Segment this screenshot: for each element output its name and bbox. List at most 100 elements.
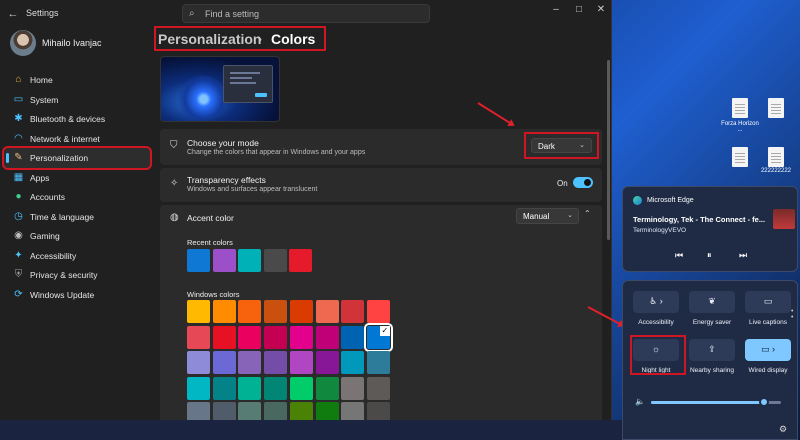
sidebar-item-personalization[interactable]: ✎ Personalization (2, 146, 152, 170)
scrollbar[interactable] (607, 60, 610, 240)
windows-color-swatch[interactable] (212, 325, 236, 349)
recent-color-swatch[interactable] (289, 249, 312, 272)
title-bar: ← Settings ⌕ Find a setting – □ ✕ (0, 0, 611, 28)
windows-color-swatch[interactable] (341, 376, 365, 400)
windows-color-swatch[interactable] (264, 402, 288, 420)
accessibility-icon: ✦ (14, 249, 23, 261)
windows-color-swatch[interactable] (366, 351, 390, 374)
mode-icon: ⛉ (170, 140, 178, 151)
sidebar-item-label: System (30, 94, 59, 105)
sidebar-item-windows-update[interactable]: ⟳ Windows Update (4, 285, 150, 305)
volume-slider-fill (651, 401, 765, 404)
breadcrumb-separator: › (258, 32, 262, 46)
sidebar-item-privacy-security[interactable]: ⛨ Privacy & security (4, 265, 150, 285)
recent-color-swatch[interactable] (238, 249, 261, 272)
volume-icon[interactable]: 🔈 (635, 397, 645, 406)
chevron-down-icon: ⌄ (567, 212, 573, 219)
windows-color-swatch[interactable] (187, 376, 210, 400)
windows-color-swatch[interactable] (238, 376, 262, 400)
windows-color-swatch[interactable] (341, 402, 365, 420)
windows-color-swatch[interactable] (366, 376, 390, 400)
bluetooth-icon: ✱ (14, 113, 23, 124)
sidebar-item-gaming[interactable]: ◉ Gaming (4, 226, 150, 246)
quick-tile-wired-display[interactable]: ▭ › (745, 339, 791, 361)
volume-slider-thumb[interactable] (759, 397, 770, 407)
windows-color-swatch[interactable] (315, 300, 339, 323)
windows-color-swatch[interactable] (264, 351, 288, 374)
app-title: Settings (26, 8, 59, 18)
windows-color-swatch[interactable] (289, 351, 313, 374)
search-box[interactable]: ⌕ Find a setting (182, 4, 430, 23)
windows-color-swatch[interactable] (315, 351, 339, 374)
sidebar-item-bluetooth-devices[interactable]: ✱ Bluetooth & devices (4, 109, 150, 129)
windows-color-swatch[interactable] (341, 325, 365, 349)
sidebar-item-label: Time & language (30, 211, 94, 222)
quick-tile-energy-saver[interactable]: ❦ (689, 291, 735, 313)
windows-color-swatch[interactable] (264, 300, 288, 323)
windows-color-swatch[interactable] (238, 402, 262, 420)
windows-color-swatch[interactable] (289, 402, 313, 420)
sidebar-item-home[interactable]: ⌂ Home (4, 70, 150, 90)
next-track-icon[interactable]: ⏭ (739, 250, 747, 261)
quick-tile-label: Live captions (749, 319, 787, 326)
sidebar-item-accounts[interactable]: ● Accounts (4, 187, 150, 207)
windows-color-swatch[interactable] (264, 376, 288, 400)
pause-icon[interactable]: ⏸ (707, 250, 712, 261)
windows-color-swatch[interactable] (366, 402, 390, 420)
windows-color-swatch[interactable] (187, 351, 210, 374)
sidebar-item-system[interactable]: ▭ System (4, 90, 150, 110)
windows-color-swatch[interactable] (289, 376, 313, 400)
windows-color-swatch[interactable] (212, 402, 236, 420)
windows-color-swatch[interactable] (212, 376, 236, 400)
quick-tile-accessibility[interactable]: ♿ › (633, 291, 679, 313)
quick-tile-nearby-sharing[interactable]: ⇪ (689, 339, 735, 361)
gear-icon[interactable]: ⚙ (779, 424, 787, 435)
windows-color-swatch[interactable] (315, 376, 339, 400)
recent-color-swatch[interactable] (187, 249, 210, 272)
windows-color-swatch[interactable] (238, 351, 262, 374)
search-placeholder: Find a setting (205, 9, 260, 19)
mode-description: Change the colors that appear in Windows… (187, 149, 366, 156)
recent-color-swatch[interactable] (263, 249, 287, 272)
windows-color-swatch[interactable] (341, 300, 365, 323)
transparency-toggle[interactable] (573, 177, 593, 188)
minimize-button[interactable]: – (546, 4, 566, 15)
windows-color-swatch[interactable] (212, 300, 236, 323)
windows-color-swatch[interactable] (187, 300, 210, 323)
windows-color-swatch[interactable] (366, 300, 390, 323)
previous-track-icon[interactable]: ⏮ (675, 250, 683, 261)
recent-color-swatch[interactable] (212, 249, 236, 272)
sidebar-item-label: Personalization (30, 153, 89, 163)
windows-color-swatch[interactable] (289, 300, 313, 323)
windows-color-swatch[interactable] (187, 402, 210, 420)
mode-dropdown[interactable]: Dark ⌄ (531, 138, 592, 153)
breadcrumb-parent[interactable]: Personalization (158, 31, 261, 47)
sidebar-item-time-language[interactable]: ◷ Time & language (4, 207, 150, 227)
windows-color-swatch[interactable] (315, 402, 339, 420)
avatar[interactable] (10, 30, 36, 56)
desktop-file-icon[interactable] (763, 98, 789, 128)
theme-preview-image (160, 56, 280, 122)
sidebar-item-apps[interactable]: ▦ Apps (4, 168, 150, 188)
desktop-file-label: 222222222 (760, 168, 792, 174)
windows-color-swatch[interactable] (212, 351, 236, 374)
accent-dropdown[interactable]: Manual ⌄ (516, 208, 579, 224)
windows-color-swatch[interactable] (315, 325, 339, 349)
sidebar-item-label: Privacy & security (30, 270, 98, 280)
maximize-button[interactable]: □ (569, 4, 589, 15)
close-button[interactable]: ✕ (591, 4, 611, 15)
windows-color-swatch[interactable] (363, 322, 393, 352)
back-arrow-icon[interactable]: ← (6, 7, 20, 21)
sidebar-item-accessibility[interactable]: ✦ Accessibility (4, 246, 150, 266)
chevron-up-icon[interactable]: ⌃ (584, 209, 591, 218)
windows-color-swatch[interactable] (187, 325, 210, 349)
sidebar-item-network-internet[interactable]: ◠ Network & internet (4, 129, 150, 149)
windows-color-swatch[interactable] (341, 351, 365, 374)
windows-color-swatch[interactable] (264, 325, 288, 349)
windows-color-swatch[interactable] (238, 300, 262, 323)
quick-tile-live-captions[interactable]: ▭ (745, 291, 791, 313)
windows-color-swatch[interactable] (238, 325, 262, 349)
windows-color-swatch[interactable] (289, 325, 313, 349)
desktop-file-icon[interactable] (727, 147, 753, 177)
quick-tile-label: Accessibility (638, 319, 674, 326)
